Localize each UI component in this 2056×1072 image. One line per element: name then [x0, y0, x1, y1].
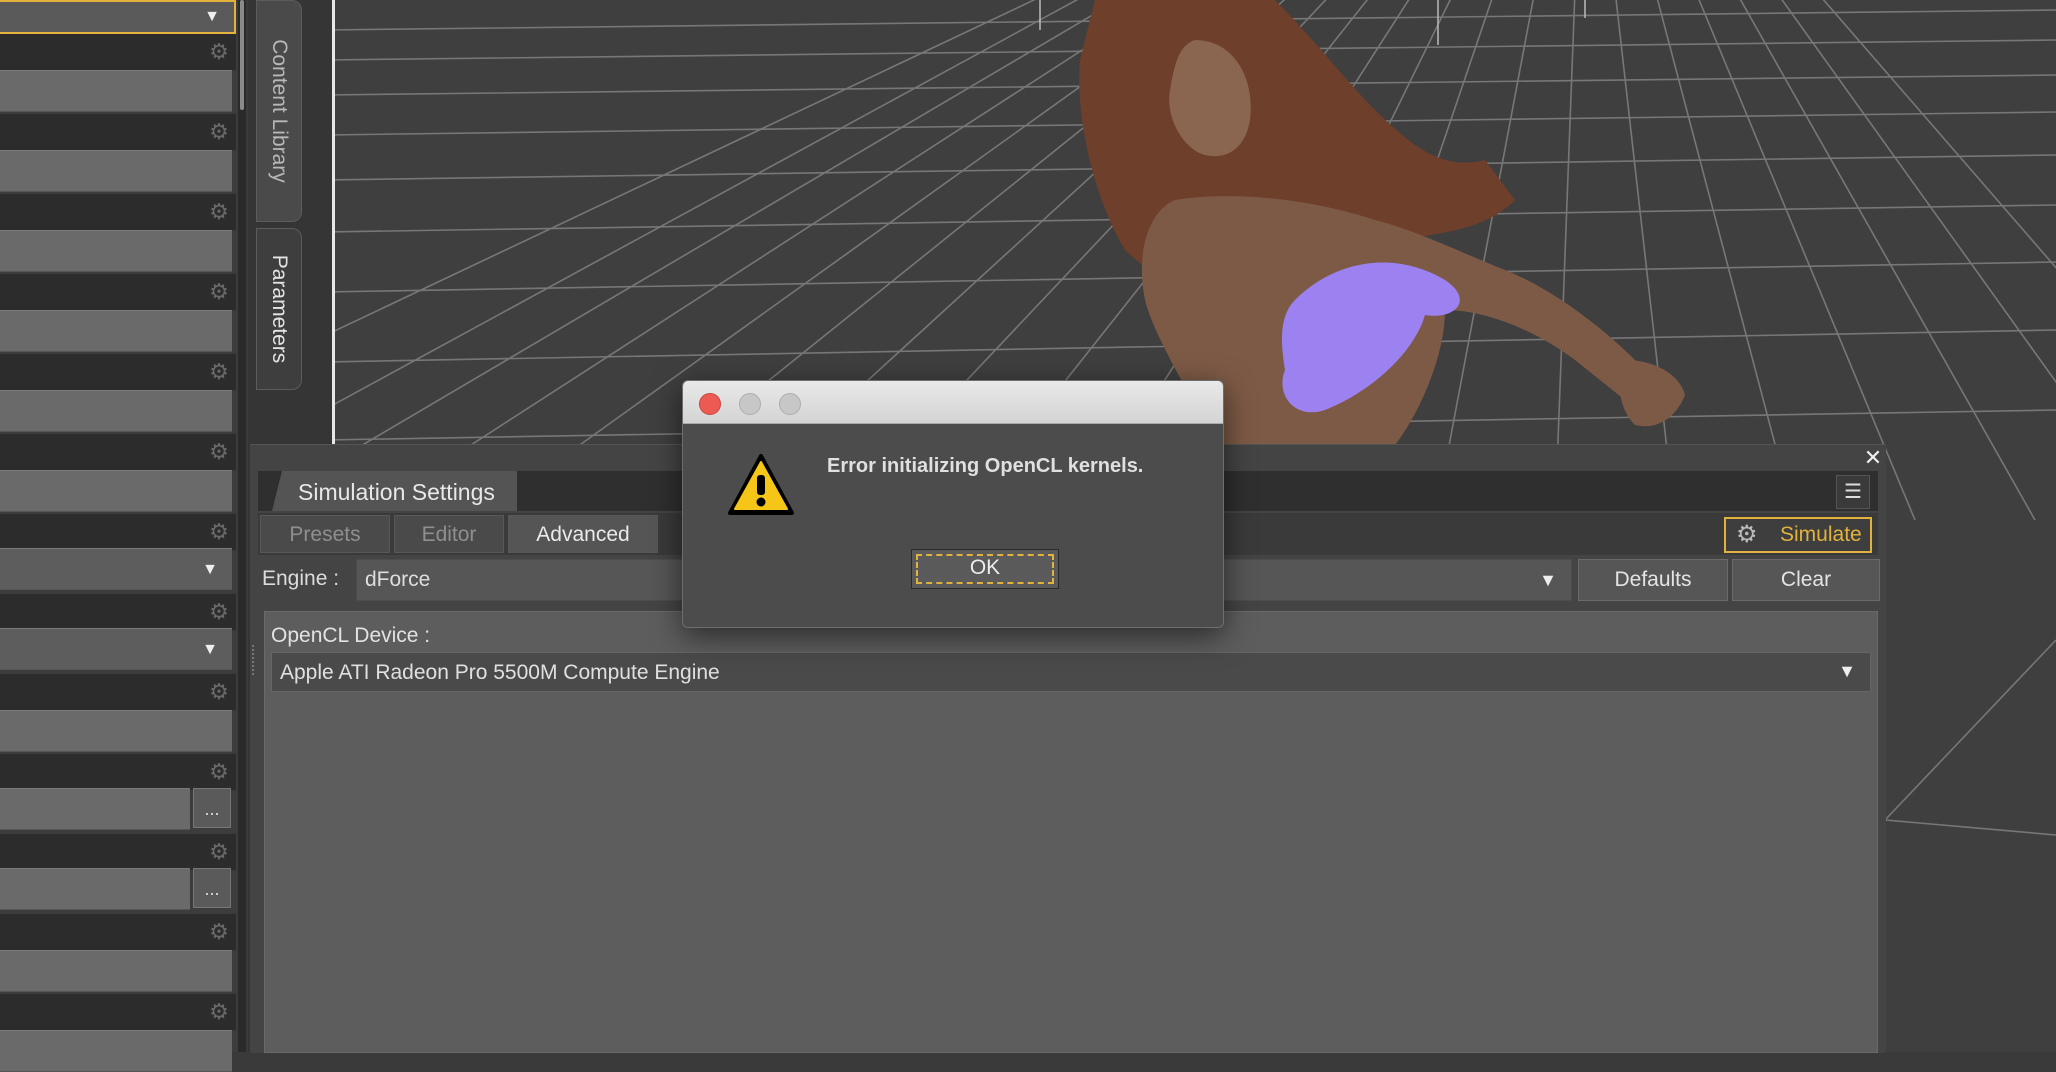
- viewport-border: [332, 0, 335, 445]
- gear-icon[interactable]: ⚙: [208, 201, 230, 223]
- gears-icon: ⚙: [1736, 521, 1758, 548]
- resize-handle[interactable]: [252, 645, 258, 675]
- property-header: ⚙: [0, 594, 236, 630]
- gear-icon[interactable]: ⚙: [208, 841, 230, 863]
- property-slider[interactable]: [0, 950, 232, 992]
- property-header: ⚙: [0, 114, 236, 150]
- property-slider[interactable]: [0, 1030, 232, 1072]
- tab-advanced[interactable]: Advanced: [508, 515, 658, 553]
- simulate-button[interactable]: ⚙ Simulate: [1724, 517, 1872, 553]
- property-header: ⚙: [0, 514, 236, 550]
- simulate-label: Simulate: [1780, 523, 1862, 546]
- error-dialog: Error initializing OpenCL kernels. OK: [682, 380, 1224, 628]
- gear-icon[interactable]: ⚙: [208, 121, 230, 143]
- property-header: ⚙: [0, 914, 236, 950]
- advanced-settings-content: OpenCL Device : Apple ATI Radeon Pro 550…: [264, 611, 1878, 1053]
- chevron-down-icon: ▼: [202, 561, 218, 578]
- figure-model: [1079, 0, 1685, 445]
- tab-simulation-settings[interactable]: Simulation Settings: [272, 471, 517, 511]
- property-header: ⚙: [0, 994, 236, 1030]
- browse-button[interactable]: ...: [193, 868, 231, 908]
- property-header: ⚙: [0, 754, 236, 790]
- gear-icon[interactable]: ⚙: [208, 761, 230, 783]
- close-window-button[interactable]: [699, 393, 721, 415]
- scrollbar-thumb[interactable]: [240, 0, 244, 110]
- defaults-button[interactable]: Defaults: [1578, 559, 1728, 601]
- property-header: ⚙: [0, 194, 236, 230]
- tab-editor[interactable]: Editor: [394, 515, 504, 553]
- property-header: ⚙: [0, 354, 236, 390]
- chevron-down-icon: ▼: [204, 8, 220, 25]
- opencl-device-value: Apple ATI Radeon Pro 5500M Compute Engin…: [280, 661, 720, 684]
- property-slider[interactable]: [0, 310, 232, 352]
- tab-label: Content Library: [268, 39, 291, 183]
- gear-icon[interactable]: ⚙: [208, 361, 230, 383]
- zoom-window-button[interactable]: [779, 393, 801, 415]
- tab-parameters[interactable]: Parameters: [256, 228, 302, 390]
- engine-value: dForce: [365, 568, 431, 591]
- ok-button[interactable]: OK: [911, 549, 1059, 589]
- chevron-down-icon: ▼: [1838, 661, 1856, 681]
- tab-content-library[interactable]: Content Library: [256, 0, 302, 222]
- property-slider[interactable]: [0, 390, 232, 432]
- gear-icon[interactable]: ⚙: [208, 681, 230, 703]
- property-file-field[interactable]: [0, 788, 190, 830]
- dialog-titlebar[interactable]: [683, 381, 1223, 424]
- property-header: ⚙: [0, 274, 236, 310]
- gear-icon[interactable]: ⚙: [208, 1001, 230, 1023]
- chevron-down-icon: ▼: [1539, 570, 1557, 590]
- opencl-device-label: OpenCL Device :: [271, 624, 431, 647]
- gear-icon[interactable]: ⚙: [208, 521, 230, 543]
- ok-label: OK: [969, 556, 1001, 579]
- property-header: ⚙: [0, 34, 236, 70]
- engine-label: Engine :: [262, 567, 340, 590]
- gear-icon[interactable]: ⚙: [208, 41, 230, 63]
- property-slider[interactable]: [0, 230, 232, 272]
- pane-menu-icon[interactable]: ☰: [1836, 475, 1870, 509]
- close-icon[interactable]: ✕: [1862, 447, 1884, 469]
- gear-icon[interactable]: ⚙: [208, 601, 230, 623]
- property-dropdown-top[interactable]: ▼: [0, 0, 236, 34]
- property-slider[interactable]: [0, 470, 232, 512]
- scrollbar[interactable]: [238, 0, 246, 1052]
- property-dropdown[interactable]: ▼: [0, 548, 232, 590]
- tab-label: Parameters: [268, 254, 291, 364]
- gear-icon[interactable]: ⚙: [208, 921, 230, 943]
- chevron-down-icon: ▼: [202, 641, 218, 658]
- gear-icon[interactable]: ⚙: [208, 441, 230, 463]
- property-header: ⚙: [0, 674, 236, 710]
- clear-button[interactable]: Clear: [1732, 559, 1880, 601]
- dialog-message: Error initializing OpenCL kernels.: [827, 455, 1144, 477]
- property-slider[interactable]: [0, 710, 232, 752]
- property-header: ⚙: [0, 834, 236, 870]
- property-file-field[interactable]: [0, 868, 190, 910]
- minimize-window-button[interactable]: [739, 393, 761, 415]
- warning-icon: [728, 454, 794, 515]
- property-slider[interactable]: [0, 150, 232, 192]
- property-dropdown[interactable]: ▼: [0, 628, 232, 670]
- opencl-device-select[interactable]: Apple ATI Radeon Pro 5500M Compute Engin…: [271, 652, 1871, 692]
- tab-presets[interactable]: Presets: [260, 515, 390, 553]
- parameters-panel: ▼ ⚙ ⚙ ⚙ ⚙ ⚙ ⚙ ⚙ ▼ ⚙ ▼ ⚙ ⚙ ... ⚙ ... ⚙ ⚙: [0, 0, 246, 1072]
- property-header: ⚙: [0, 434, 236, 470]
- pane-title: Simulation Settings: [298, 479, 495, 505]
- gear-icon[interactable]: ⚙: [208, 281, 230, 303]
- property-slider[interactable]: [0, 70, 232, 112]
- browse-button[interactable]: ...: [193, 788, 231, 828]
